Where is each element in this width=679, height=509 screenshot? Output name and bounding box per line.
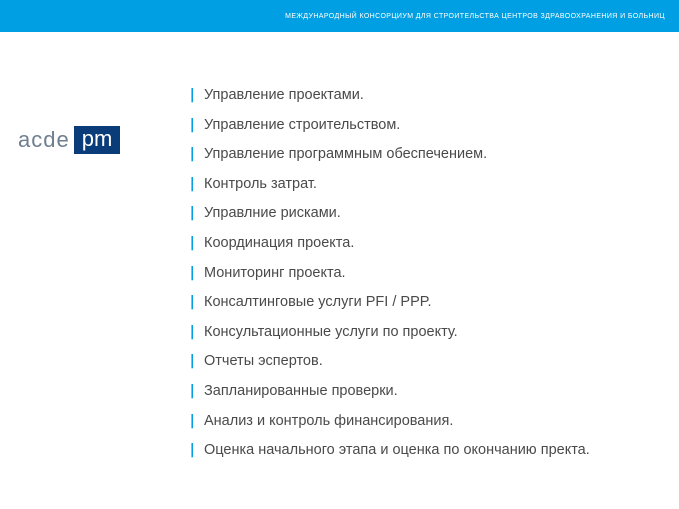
list-item: |Запланированные проверки. bbox=[188, 382, 649, 402]
content-area: |Управление проектами. |Управление строи… bbox=[188, 86, 649, 471]
list-item: |Мониторинг проекта. bbox=[188, 264, 649, 284]
list-item: |Контроль затрат. bbox=[188, 175, 649, 195]
bullet-icon: | bbox=[188, 175, 204, 195]
list-item-text: Отчеты эспертов. bbox=[204, 352, 323, 372]
header-bar: МЕЖДУНАРОДНЫЙ КОНСОРЦИУМ ДЛЯ СТРОИТЕЛЬСТ… bbox=[0, 0, 679, 32]
bullet-icon: | bbox=[188, 352, 204, 372]
list-item-text: Управление проектами. bbox=[204, 86, 364, 106]
list-item-text: Анализ и контроль финансирования. bbox=[204, 412, 453, 432]
list-item: |Оценка начального этапа и оценка по око… bbox=[188, 441, 649, 461]
list-item-text: Контроль затрат. bbox=[204, 175, 317, 195]
list-item: |Консультационные услуги по проекту. bbox=[188, 323, 649, 343]
list-item-text: Координация проекта. bbox=[204, 234, 354, 254]
bullet-icon: | bbox=[188, 116, 204, 136]
bullet-icon: | bbox=[188, 86, 204, 106]
list-item-text: Консалтинговые услуги PFI / PPP. bbox=[204, 293, 432, 313]
list-item-text: Управление программным обеспечением. bbox=[204, 145, 487, 165]
bullet-icon: | bbox=[188, 412, 204, 432]
services-list: |Управление проектами. |Управление строи… bbox=[188, 86, 649, 461]
list-item-text: Мониторинг проекта. bbox=[204, 264, 346, 284]
list-item-text: Управление строительством. bbox=[204, 116, 400, 136]
list-item-text: Консультационные услуги по проекту. bbox=[204, 323, 458, 343]
bullet-icon: | bbox=[188, 145, 204, 165]
list-item: |Отчеты эспертов. bbox=[188, 352, 649, 372]
list-item: |Координация проекта. bbox=[188, 234, 649, 254]
list-item-text: Управлние рисками. bbox=[204, 204, 341, 224]
header-title: МЕЖДУНАРОДНЫЙ КОНСОРЦИУМ ДЛЯ СТРОИТЕЛЬСТ… bbox=[285, 13, 665, 20]
bullet-icon: | bbox=[188, 382, 204, 402]
logo-text-pm: pm bbox=[74, 126, 121, 154]
list-item: |Управление проектами. bbox=[188, 86, 649, 106]
list-item: |Управление программным обеспечением. bbox=[188, 145, 649, 165]
bullet-icon: | bbox=[188, 234, 204, 254]
bullet-icon: | bbox=[188, 441, 204, 461]
list-item-text: Запланированные проверки. bbox=[204, 382, 398, 402]
list-item: |Управлние рисками. bbox=[188, 204, 649, 224]
list-item: |Управление строительством. bbox=[188, 116, 649, 136]
bullet-icon: | bbox=[188, 323, 204, 343]
logo-text-acde: acde bbox=[18, 127, 70, 153]
bullet-icon: | bbox=[188, 204, 204, 224]
bullet-icon: | bbox=[188, 264, 204, 284]
list-item: |Консалтинговые услуги PFI / PPP. bbox=[188, 293, 649, 313]
list-item-text: Оценка начального этапа и оценка по окон… bbox=[204, 441, 590, 461]
list-item: |Анализ и контроль финансирования. bbox=[188, 412, 649, 432]
bullet-icon: | bbox=[188, 293, 204, 313]
logo: acde pm bbox=[18, 126, 120, 154]
